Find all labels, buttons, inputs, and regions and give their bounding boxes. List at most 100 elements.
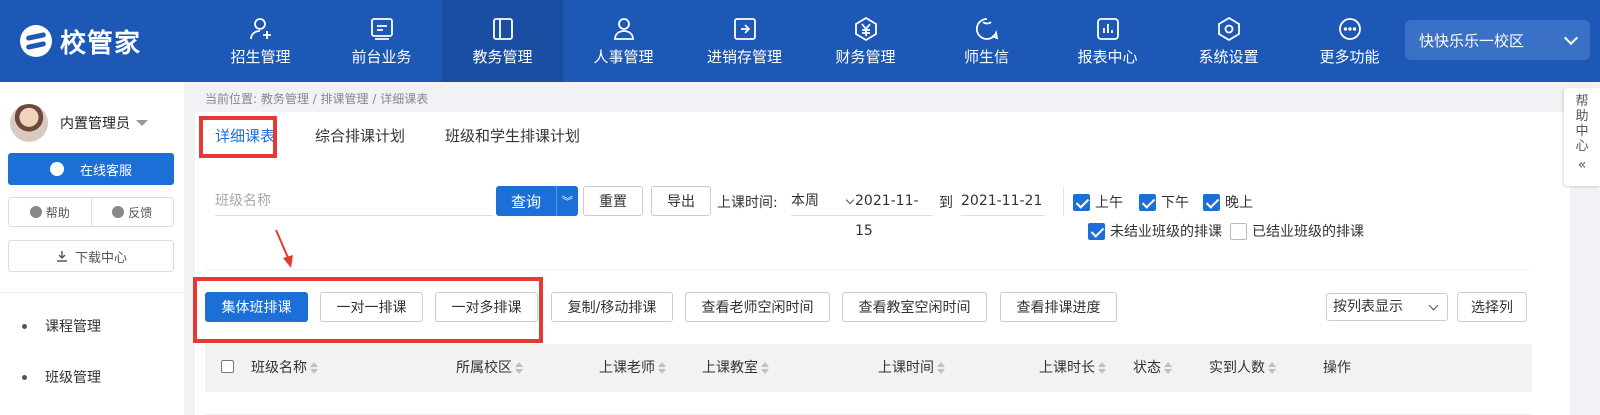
nav-item-enrollment[interactable]: 招生管理	[200, 0, 321, 82]
online-service-label: 在线客服	[79, 163, 132, 179]
logo-icon	[20, 25, 52, 57]
select-columns-button[interactable]: 选择列	[1457, 292, 1527, 322]
sidebar-divider	[0, 292, 184, 293]
header-label: 上课老师	[599, 360, 655, 376]
tab-detailed-schedule[interactable]: 详细课表	[195, 112, 295, 160]
sort-icon	[761, 362, 769, 374]
help-center-char: 帮	[1575, 94, 1589, 109]
column-header[interactable]: 上课老师	[599, 344, 666, 392]
export-button[interactable]: 导出	[651, 186, 711, 216]
help-center-tab[interactable]: 帮 助 中 心 «	[1564, 88, 1600, 186]
help-center-char: 心	[1575, 139, 1589, 154]
nav-item-reports[interactable]: 报表中心	[1047, 0, 1168, 82]
group-schedule-button[interactable]: 集体班排课	[205, 292, 308, 322]
chevron-down-icon	[845, 195, 855, 205]
column-header[interactable]: 上课时长	[1039, 344, 1106, 392]
unfinished-classes-checkbox[interactable]: 未结业班级的排课	[1088, 221, 1222, 241]
teacher-free-time-button[interactable]: 查看老师空闲时间	[685, 292, 830, 322]
column-header[interactable]: 实到人数	[1209, 344, 1276, 392]
checkbox-checked-icon	[1139, 193, 1156, 211]
evening-checkbox[interactable]: 晚上	[1203, 192, 1253, 212]
header-label: 所属校区	[456, 360, 512, 376]
nav-item-finance[interactable]: 财务管理	[805, 0, 926, 82]
feedback-icon	[112, 206, 125, 218]
query-button[interactable]: 查询 ︾	[496, 186, 578, 216]
afternoon-label: 下午	[1161, 195, 1189, 211]
download-icon	[56, 251, 67, 262]
column-header[interactable]: 上课时间	[878, 344, 945, 392]
week-select[interactable]: 本周	[791, 186, 855, 216]
campus-selector[interactable]: 快快乐乐一校区	[1405, 20, 1590, 60]
query-label: 查询	[510, 192, 541, 211]
user-name: 内置管理员	[60, 116, 130, 132]
help-button[interactable]: 帮助	[9, 198, 91, 226]
table-row[interactable]	[205, 394, 1532, 415]
chevron-down-icon	[1428, 300, 1439, 311]
header-label: 上课时长	[1039, 360, 1095, 376]
morning-checkbox[interactable]: 上午	[1073, 192, 1123, 212]
morning-label: 上午	[1095, 195, 1123, 211]
column-header[interactable]: 状态	[1133, 344, 1172, 392]
afternoon-checkbox[interactable]: 下午	[1139, 192, 1189, 212]
finished-classes-checkbox[interactable]: 已结业班级的排课	[1230, 221, 1364, 241]
nav-item-inventory[interactable]: 进销存管理	[684, 0, 805, 82]
one-to-many-schedule-button[interactable]: 一对多排课	[435, 292, 538, 322]
nav-item-messages[interactable]: 师生信	[926, 0, 1047, 82]
online-service-button[interactable]: 在线客服	[8, 153, 174, 185]
column-header[interactable]: 班级名称	[251, 344, 318, 392]
checkbox-unchecked-icon	[1230, 222, 1247, 240]
logo-text: 校管家	[60, 28, 142, 59]
sort-icon	[1268, 362, 1276, 374]
schedule-progress-button[interactable]: 查看排课进度	[1000, 292, 1117, 322]
checkbox-checked-icon	[1073, 193, 1090, 211]
classroom-free-time-button[interactable]: 查看教室空闲时间	[842, 292, 987, 322]
collapse-icon[interactable]: «	[1578, 158, 1587, 173]
breadcrumb: 当前位置: 教务管理 / 排课管理 / 详细课表	[205, 92, 429, 106]
nav-item-front-desk[interactable]: 前台业务	[321, 0, 442, 82]
bullet-icon	[22, 323, 27, 329]
user-menu[interactable]: 内置管理员	[0, 82, 184, 148]
nav-item-more[interactable]: 更多功能	[1289, 0, 1410, 82]
nav-label: 教务管理	[472, 47, 533, 66]
nav-label: 招生管理	[230, 47, 291, 66]
one-on-one-schedule-button[interactable]: 一对一排课	[320, 292, 423, 322]
table-header: 班级名称 所属校区 上课老师 上课教室 上课时间 上课时长 状态 实到人数 操作	[205, 344, 1532, 392]
book-icon	[492, 17, 513, 40]
inventory-icon	[733, 17, 756, 40]
monitor-icon	[370, 17, 393, 40]
download-center-button[interactable]: 下载中心	[8, 240, 174, 272]
tab-bar: 详细课表 综合排课计划 班级和学生排课计划	[195, 112, 600, 160]
select-all-checkbox[interactable]	[221, 360, 234, 373]
week-value: 本周	[791, 193, 819, 209]
feedback-button[interactable]: 反馈	[90, 198, 174, 226]
copy-move-schedule-button[interactable]: 复制/移动排课	[551, 292, 673, 322]
column-header[interactable]: 所属校区	[456, 344, 523, 392]
class-name-input[interactable]: 班级名称	[215, 186, 493, 216]
view-mode-value: 按列表显示	[1333, 299, 1403, 315]
header-label: 操作	[1323, 360, 1351, 376]
app-logo[interactable]: 校管家	[0, 0, 200, 82]
header-label: 上课时间	[878, 360, 934, 376]
sidebar-item-classes[interactable]: 班级管理	[22, 367, 101, 387]
nav-item-settings[interactable]: 系统设置	[1168, 0, 1289, 82]
sort-icon	[1164, 362, 1172, 374]
nav-label: 人事管理	[593, 47, 654, 66]
date-from-input[interactable]: 2021-11-15	[855, 186, 933, 239]
main-panel: 详细课表 综合排课计划 班级和学生排课计划 班级名称 查询 ︾ 重置 导出 上课…	[193, 112, 1570, 415]
divider	[1063, 186, 1064, 216]
nav-label: 更多功能	[1319, 47, 1380, 66]
evening-label: 晚上	[1225, 195, 1253, 211]
tab-overall-plan[interactable]: 综合排课计划	[295, 112, 425, 160]
nav-item-academic[interactable]: 教务管理	[442, 0, 563, 82]
sidebar: 内置管理员 在线客服 帮助 反馈 下载中心 课程管理 班级管理	[0, 82, 184, 415]
header-label: 状态	[1133, 360, 1161, 376]
column-header[interactable]: 上课教室	[702, 344, 769, 392]
view-mode-select[interactable]: 按列表显示	[1326, 293, 1448, 321]
chevron-double-down-icon[interactable]: ︾	[556, 186, 578, 216]
tab-class-student-plan[interactable]: 班级和学生排课计划	[425, 112, 600, 160]
sidebar-item-courses[interactable]: 课程管理	[22, 316, 101, 336]
date-to-input[interactable]: 2021-11-21	[961, 186, 1045, 216]
campus-name: 快快乐乐一校区	[1419, 31, 1525, 50]
reset-button[interactable]: 重置	[583, 186, 643, 216]
nav-item-hr[interactable]: 人事管理	[563, 0, 684, 82]
